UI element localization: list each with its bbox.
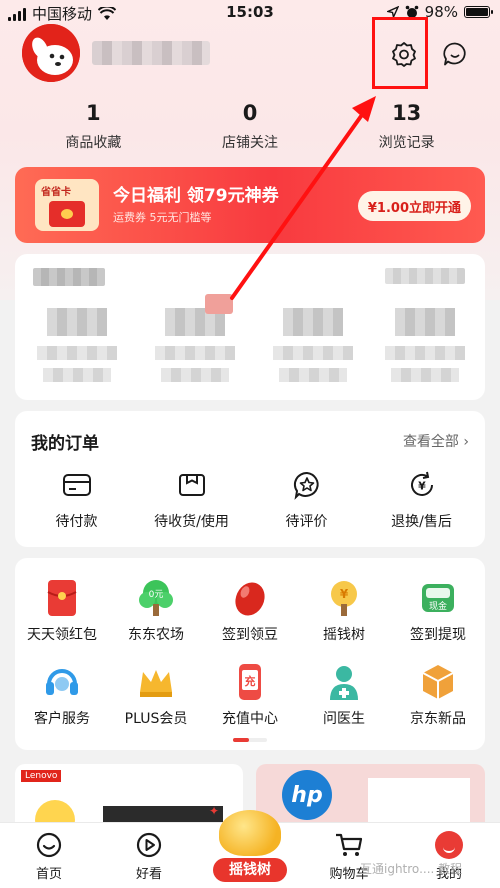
home-icon — [36, 832, 62, 858]
service-label: PLUS会员 — [124, 711, 188, 727]
cart-icon — [336, 833, 363, 856]
jd-dog-mascot-icon — [22, 24, 80, 82]
red-envelope-icon — [47, 580, 77, 616]
service-label: 摇钱树 — [323, 627, 365, 643]
wallet-icon — [62, 474, 91, 496]
stat-label: 浏览记录 — [378, 135, 435, 151]
order-label: 待收货/使用 — [154, 514, 229, 530]
blurred-item — [37, 308, 125, 388]
svg-text:充: 充 — [245, 674, 256, 688]
star-badge-icon — [293, 471, 319, 500]
order-returns[interactable]: ¥ 退换/售后 — [363, 467, 480, 531]
refund-icon: ¥ — [410, 471, 433, 496]
tab-label: 摇钱树 — [213, 858, 287, 882]
headset-icon — [46, 669, 78, 695]
order-label: 退换/售后 — [391, 514, 452, 530]
lenovo-logo: Lenovo — [21, 770, 62, 782]
message-button[interactable] — [436, 36, 474, 72]
service-label: 问医生 — [323, 711, 365, 727]
service-label: 签到提现 — [410, 627, 466, 643]
doctor-icon — [330, 666, 358, 700]
service-red-envelope[interactable]: 天天领红包 — [15, 578, 109, 644]
service-label: 客户服务 — [34, 711, 90, 727]
tab-home[interactable]: 首页 — [14, 829, 84, 882]
username[interactable] — [92, 41, 210, 65]
stat-label: 商品收藏 — [65, 135, 122, 151]
promo-badge: 省省卡 — [41, 187, 71, 198]
tab-label: 好看 — [135, 867, 162, 882]
stat-label: 店铺关注 — [222, 135, 278, 151]
service-recharge[interactable]: 充 充值中心 — [203, 662, 297, 728]
svg-text:¥: ¥ — [418, 480, 426, 493]
services-grid: 天天领红包 0元 东东农场 签到领豆 ¥ 摇钱树 现金 签到提现 客户服务 PL… — [15, 558, 485, 750]
orders-title: 我的订单 — [31, 434, 99, 454]
tab-money-tree[interactable]: ✦ 摇钱树 — [205, 800, 295, 884]
crown-icon — [140, 670, 172, 697]
svg-text:0元: 0元 — [149, 590, 164, 600]
service-plus-membership[interactable]: PLUS会员 — [109, 662, 203, 728]
order-pending-review[interactable]: 待评价 — [248, 467, 365, 531]
svg-text:现金: 现金 — [429, 600, 447, 612]
blurred-section — [15, 254, 485, 400]
service-checkin-cash[interactable]: 现金 签到提现 — [391, 578, 485, 644]
new-product-icon — [422, 665, 454, 699]
blurred-item — [273, 308, 361, 388]
order-pending-payment[interactable]: 待付款 — [18, 467, 135, 531]
stats-row: 1 商品收藏 0 店铺关注 13 浏览记录 — [15, 100, 485, 152]
stat-value: 1 — [86, 101, 101, 125]
battery-percent: 98% — [424, 3, 458, 21]
battery-icon — [464, 6, 493, 18]
tree-icon: 0元 — [139, 580, 173, 616]
cash-icon: 现金 — [422, 584, 454, 612]
service-label: 京东新品 — [410, 711, 466, 727]
service-checkin-beans[interactable]: 签到领豆 — [203, 578, 297, 644]
stat-value: 13 — [392, 101, 422, 125]
promo-subtitle: 运费券 5元无门槛等 — [113, 211, 212, 224]
page-indicator — [233, 738, 267, 742]
blurred-item — [385, 308, 473, 388]
order-label: 待评价 — [285, 514, 328, 530]
sparkle-icon: ✦ — [209, 804, 220, 818]
profile-icon — [435, 831, 463, 859]
phone-recharge-icon: 充 — [239, 664, 261, 700]
package-icon — [178, 474, 205, 496]
service-money-tree[interactable]: ¥ 摇钱树 — [297, 578, 391, 644]
annotation-highlight-box — [372, 17, 428, 89]
watermark: 互通ightro.... 教程 — [360, 862, 463, 876]
order-label: 待付款 — [55, 514, 98, 530]
avatar[interactable] — [22, 24, 80, 82]
service-label: 充值中心 — [222, 711, 278, 727]
order-pending-receipt[interactable]: 待收货/使用 — [133, 467, 250, 531]
stat-value: 0 — [242, 101, 258, 125]
service-label: 天天领红包 — [27, 627, 97, 643]
service-label: 签到领豆 — [222, 627, 278, 643]
chat-bubble-icon — [443, 42, 466, 66]
play-icon — [136, 832, 162, 858]
service-ask-doctor[interactable]: 问医生 — [297, 662, 391, 728]
promo-title: 今日福利 领79元神券 — [113, 186, 279, 206]
savings-card-icon: 省省卡 — [35, 179, 99, 231]
bean-icon — [235, 582, 265, 616]
orders-view-all-link[interactable]: 查看全部 › — [403, 431, 469, 451]
tab-label: 首页 — [35, 867, 62, 882]
svg-text:¥: ¥ — [340, 587, 349, 601]
service-farm[interactable]: 0元 东东农场 — [109, 578, 203, 644]
orders-section: 我的订单 查看全部 › 待付款 待收货/使用 待评价 ¥ 退换/售后 — [15, 411, 485, 547]
promo-open-button[interactable]: ¥1.00立即开通 — [357, 191, 471, 221]
stat-history[interactable]: 13 浏览记录 — [328, 100, 485, 152]
service-new-products[interactable]: 京东新品 — [391, 662, 485, 728]
promo-banner[interactable]: 省省卡 今日福利 领79元神券 运费券 5元无门槛等 ¥1.00立即开通 — [15, 167, 485, 243]
blurred-item — [155, 308, 243, 388]
service-label: 东东农场 — [128, 627, 184, 643]
money-tree-icon: ¥ — [331, 581, 357, 616]
service-customer-support[interactable]: 客户服务 — [15, 662, 109, 728]
stat-followed-shops[interactable]: 0 店铺关注 — [172, 100, 329, 152]
stat-favorites[interactable]: 1 商品收藏 — [15, 100, 172, 152]
money-bag-icon — [219, 810, 281, 856]
tab-watch[interactable]: 好看 — [114, 829, 184, 882]
